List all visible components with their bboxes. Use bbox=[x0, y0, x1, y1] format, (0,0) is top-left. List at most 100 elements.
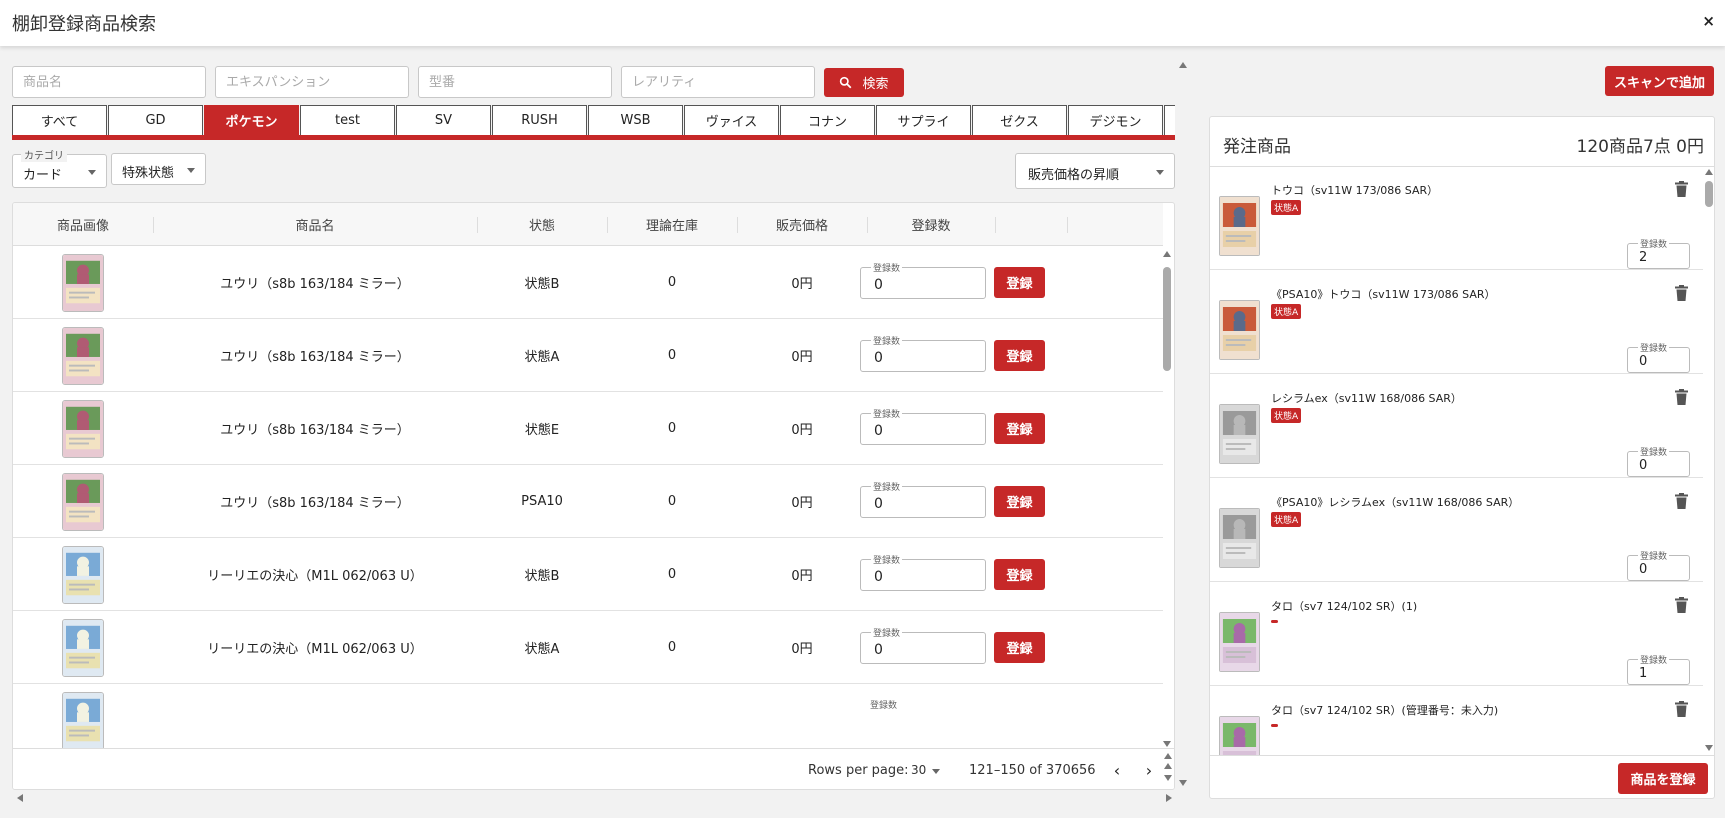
trash-icon[interactable] bbox=[1675, 701, 1688, 717]
scroll-up-icon[interactable] bbox=[1705, 169, 1713, 175]
register-qty-input[interactable]: 登録数 0 bbox=[860, 407, 986, 445]
register-button[interactable]: 登録 bbox=[994, 486, 1045, 517]
order-qty-input[interactable]: 登録数 0 bbox=[1627, 445, 1690, 477]
product-name-input[interactable] bbox=[12, 66, 206, 98]
trash-icon[interactable] bbox=[1675, 493, 1688, 509]
scroll-up-icon[interactable] bbox=[1163, 251, 1171, 257]
scrollbar-thumb[interactable] bbox=[1163, 267, 1171, 371]
register-qty-input[interactable]: 登録数 0 bbox=[860, 553, 986, 591]
order-qty-input[interactable]: 登録数 1 bbox=[1627, 653, 1690, 685]
register-button[interactable]: 登録 bbox=[994, 413, 1045, 444]
model-number-input[interactable] bbox=[418, 66, 612, 98]
register-qty-input[interactable]: 登録数 0 bbox=[860, 261, 986, 299]
table-row: ユウリ（s8b 163/184 ミラー） 状態B 0 0円 登録数 0 登録 bbox=[13, 246, 1163, 319]
order-item-thumbnail[interactable] bbox=[1219, 716, 1260, 755]
rarity-input[interactable] bbox=[621, 66, 815, 98]
tab-1[interactable]: GD bbox=[108, 105, 203, 135]
scrollbar-thumb[interactable] bbox=[1705, 181, 1713, 207]
special-condition-select[interactable]: 特殊状態 bbox=[111, 153, 206, 185]
trash-icon[interactable] bbox=[1675, 389, 1688, 405]
tab-10[interactable]: ゼクス bbox=[972, 105, 1067, 135]
chevron-right-icon[interactable]: › bbox=[1140, 761, 1158, 780]
product-thumbnail[interactable] bbox=[62, 691, 104, 748]
register-button[interactable]: 登録 bbox=[994, 340, 1045, 371]
scroll-down-icon[interactable] bbox=[1705, 745, 1713, 751]
order-item-thumbnail[interactable] bbox=[1219, 300, 1260, 360]
order-qty-input[interactable]: 登録数 0 bbox=[1627, 549, 1690, 581]
caret-down-icon[interactable] bbox=[932, 769, 940, 774]
tab-4[interactable]: SV bbox=[396, 105, 491, 135]
register-products-button[interactable]: 商品を登録 bbox=[1618, 763, 1708, 794]
tab-3[interactable]: test bbox=[300, 105, 395, 135]
register-qty-label: 登録数 bbox=[871, 626, 903, 639]
order-panel: 発注商品 120商品7点 0円 トウコ（sv11W 173/086 SAR） 状態… bbox=[1209, 116, 1715, 799]
register-qty-input[interactable]: 登録数 0 bbox=[860, 626, 986, 664]
order-list-scrollbar[interactable] bbox=[1704, 167, 1714, 755]
category-select-label: カテゴリ bbox=[21, 147, 67, 162]
scroll-up-icon[interactable] bbox=[1164, 763, 1172, 769]
tab-6[interactable]: WSB bbox=[588, 105, 683, 135]
table-row: ユウリ（s8b 163/184 ミラー） 状態E 0 0円 登録数 0 登録 bbox=[13, 392, 1163, 465]
scroll-down-icon[interactable] bbox=[1179, 780, 1187, 786]
product-thumbnail[interactable] bbox=[62, 545, 104, 604]
panel-scrollbar[interactable] bbox=[1176, 62, 1190, 790]
scroll-up-icon[interactable] bbox=[1164, 753, 1172, 759]
tab-8[interactable]: コナン bbox=[780, 105, 875, 135]
rows-per-page-select[interactable]: 30 bbox=[911, 763, 926, 777]
scan-add-button[interactable]: スキャンで追加 bbox=[1605, 66, 1714, 96]
table-scrollbar[interactable] bbox=[1163, 251, 1171, 749]
tab-0[interactable]: すべて bbox=[12, 105, 107, 135]
close-icon[interactable]: × bbox=[1702, 12, 1715, 30]
register-qty-input[interactable]: 登録数 0 bbox=[860, 480, 986, 518]
tab-2[interactable]: ポケモン bbox=[204, 105, 299, 135]
scroll-up-icon[interactable] bbox=[1179, 62, 1187, 68]
order-qty-value: 0 bbox=[1639, 354, 1648, 369]
sort-select[interactable]: 販売価格の昇順 bbox=[1015, 153, 1175, 189]
trash-icon[interactable] bbox=[1675, 181, 1688, 197]
product-thumbnail[interactable] bbox=[62, 618, 104, 677]
register-button[interactable]: 登録 bbox=[994, 559, 1045, 590]
table-row: ユウリ（s8b 163/184 ミラー） 状態A 0 0円 登録数 0 登録 bbox=[13, 319, 1163, 392]
order-qty-input[interactable]: 登録数 0 bbox=[1627, 341, 1690, 373]
register-qty-label: 登録数 bbox=[871, 480, 903, 493]
cell-name: リーリエの決心（M1L 062/063 U） bbox=[207, 642, 423, 657]
order-item-thumbnail[interactable] bbox=[1219, 404, 1260, 464]
tab-12[interactable] bbox=[1164, 105, 1175, 135]
order-item-thumbnail[interactable] bbox=[1219, 508, 1260, 568]
tab-7[interactable]: ヴァイス bbox=[684, 105, 779, 135]
scroll-down-icon[interactable] bbox=[1163, 741, 1171, 747]
card-art bbox=[63, 400, 103, 457]
register-button[interactable]: 登録 bbox=[994, 632, 1045, 663]
tab-5[interactable]: RUSH bbox=[492, 105, 587, 135]
cell-name: ユウリ（s8b 163/184 ミラー） bbox=[220, 496, 410, 511]
tab-9[interactable]: サプライ bbox=[876, 105, 971, 135]
caret-down-icon bbox=[88, 170, 96, 175]
expansion-input[interactable] bbox=[215, 66, 409, 98]
order-item-thumbnail[interactable] bbox=[1219, 196, 1260, 256]
chevron-left-icon[interactable]: ‹ bbox=[1108, 761, 1126, 780]
order-list: トウコ（sv11W 173/086 SAR） 状態A 登録数 2 《PSA10》トウコ（… bbox=[1210, 167, 1703, 755]
tab-11[interactable]: デジモン bbox=[1068, 105, 1163, 135]
register-qty-input[interactable]: 登録数 0 bbox=[860, 334, 986, 372]
product-thumbnail[interactable] bbox=[62, 472, 104, 531]
column-header-0: 商品画像 bbox=[56, 219, 109, 234]
register-qty-value: 0 bbox=[874, 496, 883, 512]
cell-stock: 0 bbox=[667, 421, 677, 436]
register-button[interactable]: 登録 bbox=[994, 267, 1045, 298]
scroll-down-icon[interactable] bbox=[1164, 775, 1172, 781]
search-icon bbox=[840, 76, 852, 88]
condition-badge: 状態A bbox=[1271, 200, 1302, 215]
cell-condition: 状態B bbox=[524, 277, 560, 292]
card-art bbox=[1220, 613, 1259, 671]
trash-icon[interactable] bbox=[1675, 285, 1688, 301]
product-thumbnail[interactable] bbox=[62, 253, 104, 312]
cell-stock bbox=[607, 684, 737, 748]
order-qty-input[interactable]: 登録数 2 bbox=[1627, 237, 1690, 269]
product-thumbnail[interactable] bbox=[62, 326, 104, 385]
horizontal-scrollbar[interactable] bbox=[12, 792, 1175, 802]
product-thumbnail[interactable] bbox=[62, 399, 104, 458]
search-button[interactable]: 検索 bbox=[824, 67, 904, 97]
order-item-thumbnail[interactable] bbox=[1219, 612, 1260, 672]
trash-icon[interactable] bbox=[1675, 597, 1688, 613]
category-select[interactable]: カテゴリ カード bbox=[12, 147, 107, 188]
